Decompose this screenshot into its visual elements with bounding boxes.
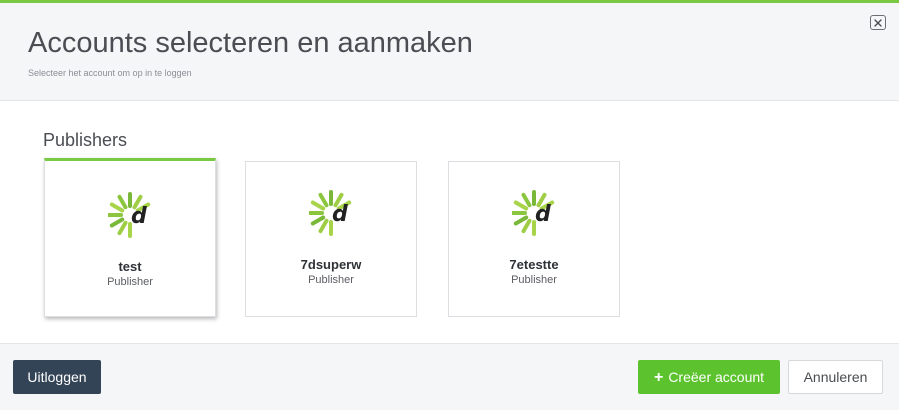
account-card-test[interactable]: d test Publisher <box>44 158 216 317</box>
create-account-label: Creëer account <box>668 369 765 385</box>
logout-button[interactable]: Uitloggen <box>13 360 101 394</box>
logo-petal <box>117 194 128 210</box>
cancel-button[interactable]: Annuleren <box>788 360 883 394</box>
account-role: Publisher <box>308 274 354 286</box>
account-name: test <box>118 259 142 274</box>
logo-petal <box>310 215 326 226</box>
daisycon-logo-icon: d <box>512 190 555 236</box>
account-card-7dsuperw[interactable]: d 7dsuperw Publisher <box>245 161 417 317</box>
modal-subtitle: Selecteer het account om op in te loggen <box>28 68 192 78</box>
section-title-publishers: Publishers <box>43 130 128 150</box>
logo-petal <box>521 218 532 234</box>
logo-petal <box>310 200 326 211</box>
logo-petal <box>109 217 125 228</box>
logo-petal <box>521 192 532 208</box>
logo-letter: d <box>535 202 551 227</box>
logo-petal <box>318 218 329 234</box>
logo-petal <box>109 202 125 213</box>
logo-letter: d <box>332 202 348 227</box>
account-role: Publisher <box>107 276 153 288</box>
modal-title: Accounts selecteren en aanmaken <box>28 27 473 59</box>
modal-header: Accounts selecteren en aanmaken Selectee… <box>0 3 899 101</box>
logo-petal <box>318 192 329 208</box>
plus-icon: + <box>653 369 664 386</box>
daisycon-logo-icon: d <box>309 190 352 236</box>
logo-petal <box>513 200 529 211</box>
modal-footer: Uitloggen + Creëer account Annuleren <box>0 343 899 410</box>
account-name: 7etestte <box>509 257 559 272</box>
create-account-button[interactable]: + Creëer account <box>638 360 780 394</box>
account-card-7etestte[interactable]: d 7etestte Publisher <box>448 161 620 317</box>
close-button[interactable] <box>870 15 886 30</box>
account-role: Publisher <box>511 274 557 286</box>
logo-letter: d <box>131 204 147 229</box>
logo-petal <box>117 220 128 236</box>
account-name: 7dsuperw <box>300 257 362 272</box>
daisycon-logo-icon: d <box>108 192 151 238</box>
logo-petal <box>513 215 529 226</box>
close-icon <box>874 19 882 27</box>
